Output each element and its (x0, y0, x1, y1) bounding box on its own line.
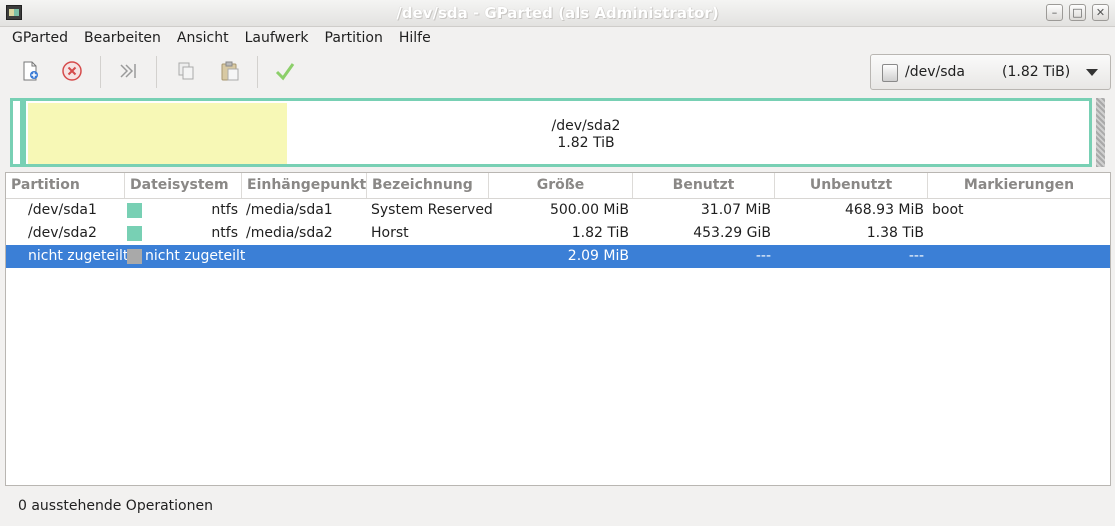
cell-partition: /dev/sda1 (28, 202, 97, 218)
cell-unused: --- (908, 248, 924, 264)
column-header-used[interactable]: Benutzt (633, 173, 775, 198)
toolbar: /dev/sda (1.82 TiB) (0, 50, 1115, 94)
cell-size: 1.82 TiB (571, 225, 629, 241)
window-title: /dev/sda - GParted (als Administrator) (396, 4, 719, 22)
disk-visualization: /dev/sda2 1.82 TiB (8, 96, 1107, 167)
column-header-partition[interactable]: Partition (6, 173, 125, 198)
cell-mountpoint: /media/sda1 (246, 202, 333, 218)
resize-move-button[interactable] (114, 58, 142, 84)
device-name: /dev/sda (905, 64, 965, 80)
filesystem-color-swatch (127, 226, 142, 241)
delete-partition-button[interactable] (58, 58, 86, 84)
cell-mountpoint: /media/sda2 (246, 225, 333, 241)
toolbar-separator (257, 56, 258, 88)
close-window-button[interactable]: ✕ (1092, 4, 1109, 21)
delete-icon (62, 61, 82, 81)
column-header-unused[interactable]: Unbenutzt (775, 173, 928, 198)
table-header: Partition Dateisystem Einhängepunkt Beze… (6, 173, 1110, 199)
device-selector[interactable]: /dev/sda (1.82 TiB) (870, 54, 1111, 90)
new-partition-button[interactable] (16, 58, 44, 84)
status-bar-text: 0 ausstehende Operationen (18, 498, 213, 514)
copy-icon (178, 62, 194, 80)
cell-filesystem: nicht zugeteilt (145, 248, 246, 264)
menu-bar: GParted Bearbeiten Ansicht Laufwerk Part… (0, 27, 1115, 49)
minimize-button[interactable]: – (1046, 4, 1063, 21)
menu-partition[interactable]: Partition (317, 30, 391, 46)
menu-laufwerk[interactable]: Laufwerk (237, 30, 317, 46)
menu-hilfe[interactable]: Hilfe (391, 30, 439, 46)
cell-filesystem: ntfs (211, 202, 238, 218)
menu-ansicht[interactable]: Ansicht (169, 30, 237, 46)
menu-bearbeiten[interactable]: Bearbeiten (76, 30, 169, 46)
table-row-selected[interactable]: nicht zugeteilt nicht zugeteilt 2.09 MiB… (6, 245, 1110, 268)
cell-size: 500.00 MiB (549, 202, 629, 218)
used-space-bar (28, 103, 287, 164)
cell-unused: 1.38 TiB (866, 225, 924, 241)
column-header-label[interactable]: Bezeichnung (367, 173, 489, 198)
cell-label: System Reserved (371, 202, 493, 218)
cell-used: 31.07 MiB (700, 202, 771, 218)
cell-partition: nicht zugeteilt (28, 248, 129, 264)
filesystem-color-swatch (127, 203, 142, 218)
partition-block-name: /dev/sda2 (551, 118, 621, 134)
resize-move-icon (120, 64, 136, 78)
toolbar-separator (156, 56, 157, 88)
harddisk-icon (882, 64, 898, 82)
cell-used: 453.29 GiB (693, 225, 771, 241)
column-header-filesystem[interactable]: Dateisystem (125, 173, 242, 198)
chevron-down-icon (1086, 69, 1098, 76)
cell-size: 2.09 MiB (567, 248, 629, 264)
cell-label: Horst (371, 225, 409, 241)
column-header-flags[interactable]: Markierungen (928, 173, 1110, 198)
title-bar: /dev/sda - GParted (als Administrator) –… (0, 0, 1115, 27)
copy-button[interactable] (172, 58, 200, 84)
gparted-window: /dev/sda - GParted (als Administrator) –… (0, 0, 1115, 526)
maximize-button[interactable]: □ (1069, 4, 1086, 21)
unallocated-block[interactable] (1096, 98, 1105, 167)
table-row[interactable]: /dev/sda2 ntfs /media/sda2 Horst 1.82 Ti… (6, 222, 1110, 245)
paste-icon (221, 61, 239, 81)
device-size: (1.82 TiB) (1002, 64, 1071, 80)
cell-filesystem: ntfs (211, 225, 238, 241)
partition-block-sda1[interactable] (10, 98, 23, 167)
paste-button[interactable] (216, 58, 244, 84)
partition-block-size: 1.82 TiB (557, 135, 615, 151)
toolbar-separator (100, 56, 101, 88)
partition-block-sda2[interactable]: /dev/sda2 1.82 TiB (23, 98, 1092, 167)
table-row[interactable]: /dev/sda1 ntfs /media/sda1 System Reserv… (6, 199, 1110, 222)
cell-used: --- (755, 248, 771, 264)
menu-gparted[interactable]: GParted (0, 30, 76, 46)
cell-partition: /dev/sda2 (28, 225, 97, 241)
partition-block-label: /dev/sda2 1.82 TiB (506, 118, 666, 152)
cell-unused: 468.93 MiB (844, 202, 924, 218)
partition-table: Partition Dateisystem Einhängepunkt Beze… (5, 172, 1111, 486)
apply-button[interactable] (271, 58, 299, 84)
filesystem-color-swatch (127, 249, 142, 264)
cell-flags: boot (932, 202, 964, 218)
new-icon (23, 61, 38, 81)
column-header-mountpoint[interactable]: Einhängepunkt (242, 173, 367, 198)
apply-icon (275, 63, 295, 81)
column-header-size[interactable]: Größe (489, 173, 633, 198)
